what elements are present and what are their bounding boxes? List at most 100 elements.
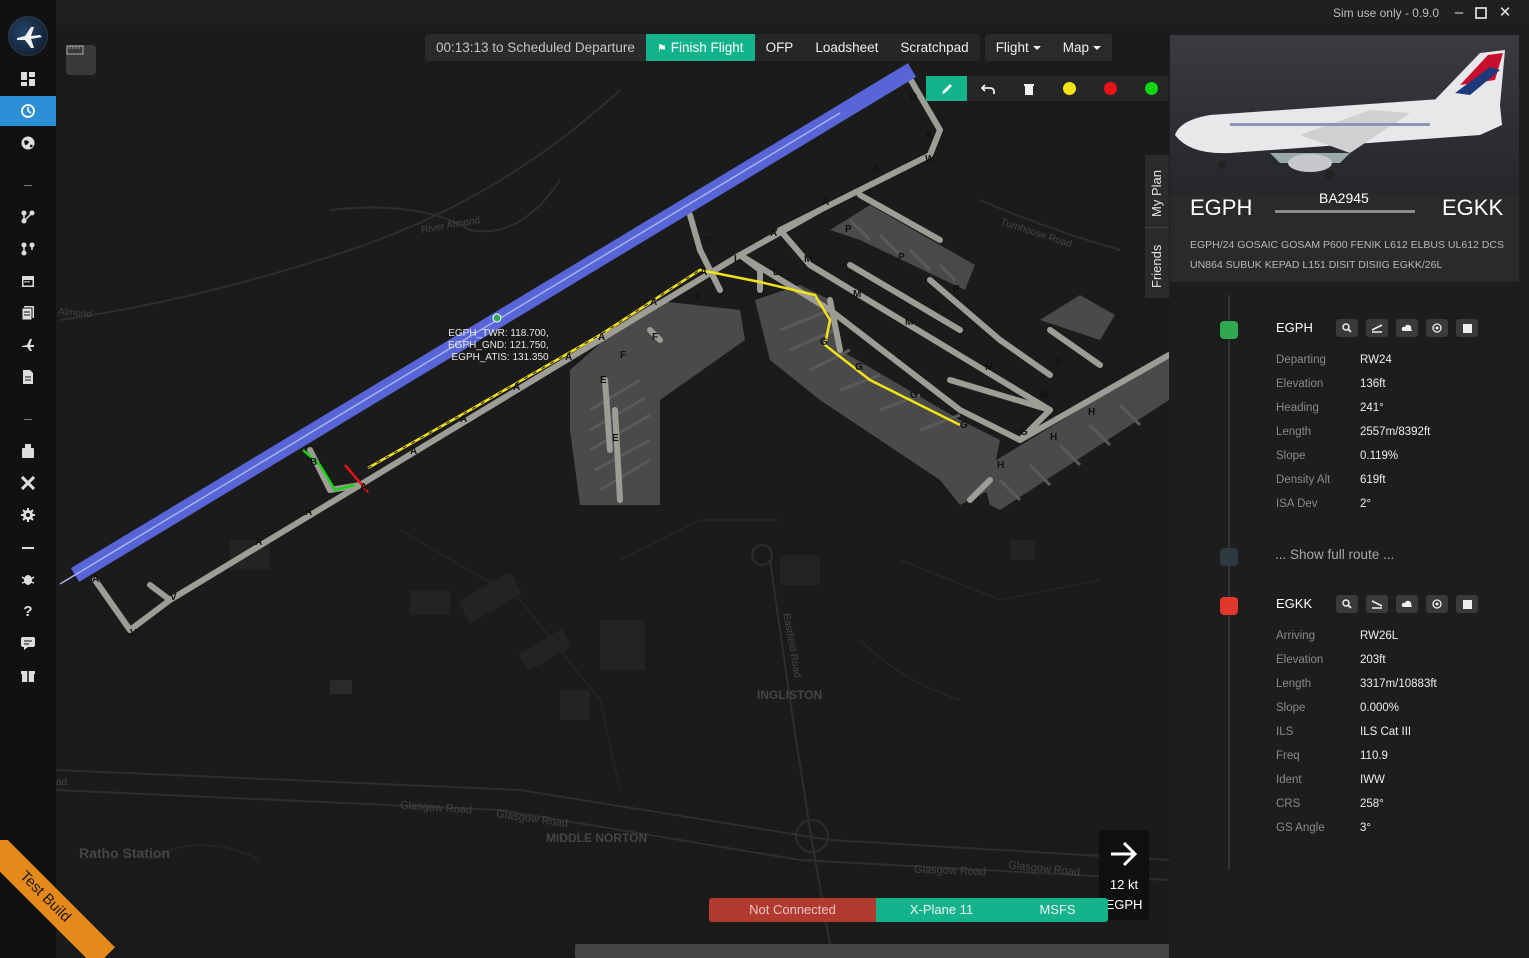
landing-icon [1371,600,1383,609]
undo-button[interactable] [967,76,1008,101]
draw-pen-button[interactable] [926,76,967,101]
color-swatch-green [1145,82,1158,95]
svg-text:G: G [855,362,863,373]
close-icon[interactable]: ✕ [1495,3,1515,23]
arrival-landing-button[interactable] [1366,595,1388,613]
sidebar-item-dashboard[interactable] [0,64,56,94]
sidebar-divider [24,185,32,186]
svg-text:M: M [985,362,993,373]
svg-text:M: M [853,289,861,300]
arrival-clipboard-button[interactable] [1456,595,1478,613]
svg-text:L: L [773,267,779,278]
svg-text:M: M [804,254,812,265]
map-view[interactable]: DAW AAC LAP LMP PMM CGM SMG GGG HHH AAA … [56,25,1169,945]
sidebar-item-clock[interactable] [0,96,56,126]
window-title: Sim use only - 0.9.0 [1332,6,1439,20]
freq-gnd: EGPH_GND: 121.750, [448,340,549,351]
map-road-glasgow-3: Glasgow Road [913,863,987,879]
tab-my-plan[interactable]: My Plan [1145,155,1169,225]
sidebar-item-plane[interactable] [0,330,56,360]
app-logo[interactable] [8,16,48,56]
svg-text:A: A [305,507,312,518]
flight-dropdown[interactable]: Flight [984,34,1052,61]
departure-actions [1336,319,1478,337]
sidebar-item-document[interactable] [0,362,56,392]
maximize-icon[interactable] [1471,3,1491,23]
sidebar-item-bug[interactable] [0,564,56,594]
departure-detail-value: 2557m/8392ft [1360,426,1431,438]
arrival-icao: EGKK [1276,596,1313,611]
route-icon [21,210,35,224]
scratchpad-button[interactable]: Scratchpad [889,34,980,61]
departure-detail-label: Slope [1276,450,1306,462]
map-place-ingliston: INGLISTON [757,688,823,702]
arrival-detail-value: 0.000% [1360,702,1400,714]
color-green-button[interactable] [1131,76,1172,101]
arrival-detail-value: 3317m/10883ft [1360,678,1437,690]
map-dropdown[interactable]: Map [1051,34,1112,61]
sidebar-item-globe[interactable] [0,128,56,158]
delete-drawing-button[interactable] [1008,76,1049,101]
svg-text:M: M [905,317,913,328]
sidebar-item-route-b[interactable] [0,234,56,264]
sidebar-item-settings[interactable] [0,500,56,530]
svg-text:B: B [310,457,317,468]
loadsheet-button[interactable]: Loadsheet [804,34,890,61]
sidebar-item-chat[interactable] [0,628,56,658]
plane-icon [22,339,34,351]
bug-icon [21,575,35,585]
departure-search-button[interactable] [1336,319,1358,337]
sim-msfs-button[interactable]: MSFS [1007,898,1108,922]
svg-text:H: H [1050,432,1057,443]
chevron-down-icon [1092,46,1101,51]
svg-text:F: F [695,292,701,303]
sidebar-item-help[interactable]: ? [0,596,56,626]
sidebar-item-gift[interactable] [0,660,56,690]
color-yellow-button[interactable] [1049,76,1090,101]
departure-clipboard-button[interactable] [1456,319,1478,337]
svg-text:D: D [910,92,917,103]
layers-button[interactable] [66,45,96,75]
sidebar-item-calendar[interactable] [0,266,56,296]
departure-icao: EGPH [1276,320,1313,335]
tab-friends[interactable]: Friends [1145,227,1169,297]
arrival-search-button[interactable] [1336,595,1358,613]
departure-radar-button[interactable] [1426,319,1448,337]
svg-text:A: A [872,164,879,175]
sidebar-item-fuel[interactable] [0,436,56,466]
arrival-detail-label: Freq [1276,750,1300,762]
gear-icon [21,508,35,522]
arrival-detail-value: ILS Cat III [1360,726,1412,738]
svg-text:C: C [933,302,940,313]
sidebar-divider [24,419,32,420]
departure-weather-button[interactable] [1396,319,1418,337]
svg-text:F: F [620,350,626,361]
departure-takeoff-button[interactable] [1366,319,1388,337]
route-timeline [1228,295,1230,870]
sim-xplane-button[interactable]: X-Plane 11 [876,898,1007,922]
arrival-weather-button[interactable] [1396,595,1418,613]
show-full-route-link[interactable]: ... Show full route ... [1275,547,1394,562]
finish-flight-button[interactable]: ⚑ Finish Flight [645,34,755,61]
svg-text:A: A [92,574,99,585]
map-canvas[interactable]: DAW AAC LA P LM P PMM CGM SMG GGG HHH AAA … [56,25,1169,945]
cloud-icon [1401,600,1412,607]
svg-text:A: A [822,197,829,208]
arrival-detail-label: ILS [1276,726,1294,738]
question-icon: ? [23,602,33,620]
arrival-radar-button[interactable] [1426,595,1448,613]
svg-text:A: A [700,267,707,278]
dashboard-icon [21,72,35,86]
svg-text:A: A [650,297,657,308]
departure-detail-label: Heading [1276,402,1319,414]
connection-status[interactable]: Not Connected [709,898,876,922]
minimize-icon[interactable]: – [1449,3,1469,23]
flight-dropdown-label: Flight [995,40,1029,55]
arrival-detail-value: 110.9 [1360,750,1388,762]
sidebar-item-clipboard[interactable] [0,298,56,328]
sidebar-item-tools[interactable] [0,468,56,498]
ofp-button[interactable]: OFP [754,34,805,61]
color-red-button[interactable] [1090,76,1131,101]
sidebar-item-route-a[interactable] [0,202,56,232]
svg-text:P: P [898,252,905,263]
